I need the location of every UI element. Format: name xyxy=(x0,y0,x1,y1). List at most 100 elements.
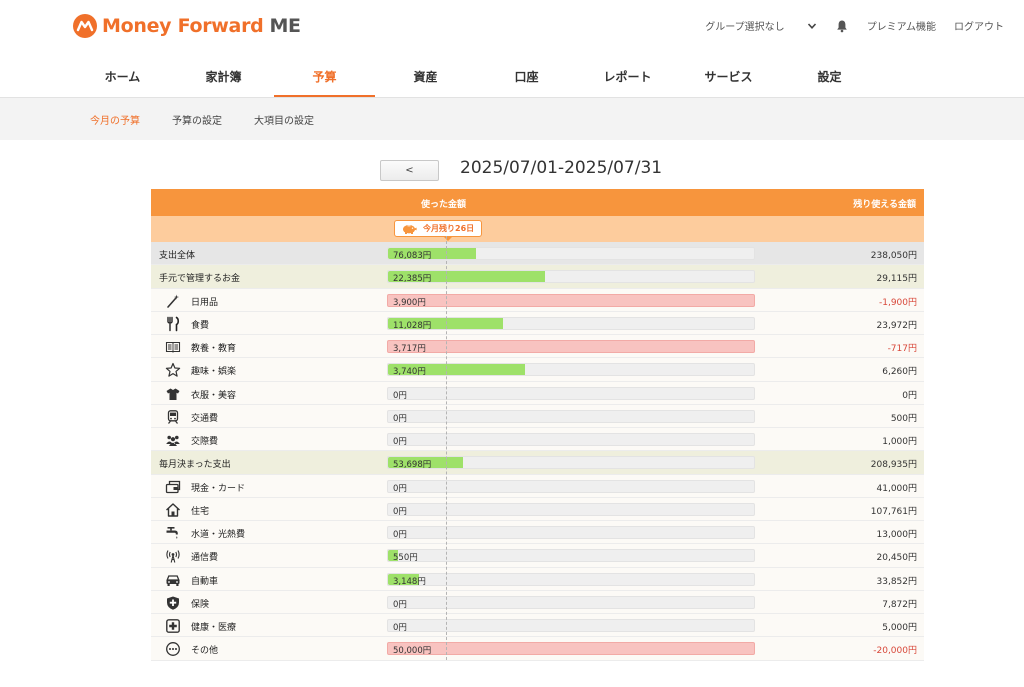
budget-category-row: 通信費 550円 20,450円 xyxy=(151,544,924,568)
today-marker-row: 今月残り26日 xyxy=(151,216,924,242)
budget-category-row: その他 50,000円 -20,000円 xyxy=(151,637,924,661)
remaining-amount: 41,000円 xyxy=(876,483,918,494)
remaining-amount: -717円 xyxy=(887,344,917,354)
group-select[interactable]: グループ選択なし xyxy=(705,18,784,33)
row-label: その他 xyxy=(191,646,219,657)
nav-settings[interactable]: 設定 xyxy=(779,58,880,98)
budget-bar: 0円 xyxy=(387,479,755,494)
remaining-amount: 13,000円 xyxy=(876,530,918,540)
budget-bar: 0円 xyxy=(387,526,755,540)
subnav-category-settings[interactable]: 大項目の設定 xyxy=(254,112,314,127)
medical-cross-icon xyxy=(166,619,180,633)
budget-category-row: 趣味・娯楽 3,740円 6,260円 xyxy=(151,358,924,382)
budget-category-row: 食費 11,028円 23,972円 xyxy=(151,311,924,335)
budget-group-row: 手元で管理するお金 22,385円 29,115円 xyxy=(151,265,924,289)
subnav-this-month-budget[interactable]: 今月の予算 xyxy=(90,112,140,127)
budget-bar: 22,385円 xyxy=(387,270,755,284)
nav-services[interactable]: サービス xyxy=(678,58,779,98)
remaining-amount: 23,972円 xyxy=(876,320,918,331)
used-amount: 50,000円 xyxy=(393,646,432,657)
period-range: 2025/07/01-2025/07/31 xyxy=(460,158,663,178)
budget-bar: 11,028円 xyxy=(387,316,755,331)
used-amount: 3,717円 xyxy=(393,344,426,354)
nav-household-book[interactable]: 家計簿 xyxy=(173,58,274,98)
budget-group-row: 毎月決まった支出 53,698円 208,935円 xyxy=(151,451,924,475)
row-label: 交際費 xyxy=(191,437,219,447)
people-icon xyxy=(166,435,180,446)
budget-table: 使った金額 残り使える金額 今月残り26日 支出全体 76,083円 238,050… xyxy=(151,189,924,661)
remaining-amount: 5,000円 xyxy=(882,623,917,633)
previous-period-button[interactable]: < xyxy=(380,160,439,181)
today-dashed-line xyxy=(446,236,447,660)
used-amount: 0円 xyxy=(393,413,407,424)
budget-bar: 0円 xyxy=(387,409,755,424)
logo[interactable]: Money Forward ME xyxy=(72,13,301,39)
used-amount: 0円 xyxy=(393,437,407,447)
card-icon xyxy=(165,480,181,493)
remaining-amount: 107,761円 xyxy=(870,506,917,517)
row-label: 現金・カード xyxy=(191,483,246,494)
budget-bar: 3,148円 xyxy=(387,572,755,587)
budget-bar: 0円 xyxy=(387,433,755,447)
row-label: 保険 xyxy=(191,599,210,610)
budget-bar: 0円 xyxy=(387,619,755,633)
logout-link[interactable]: ログアウト xyxy=(954,18,1004,33)
train-icon xyxy=(167,409,179,424)
used-amount: 11,028円 xyxy=(393,320,432,331)
budget-bar-over: 3,717円 xyxy=(387,340,755,354)
used-amount: 0円 xyxy=(393,599,407,610)
remaining-amount: 0円 xyxy=(902,390,917,401)
used-amount: 0円 xyxy=(393,506,407,517)
budget-category-row: 住宅 0円 107,761円 xyxy=(151,497,924,521)
chevron-down-icon[interactable] xyxy=(807,21,817,31)
used-amount: 0円 xyxy=(393,390,407,401)
subnav-budget-settings[interactable]: 予算の設定 xyxy=(172,112,222,127)
remaining-amount: 33,852円 xyxy=(876,576,918,587)
brand-suffix: ME xyxy=(269,15,301,37)
budget-category-row: 水道・光熱費 0円 13,000円 xyxy=(151,521,924,545)
shirt-icon xyxy=(166,388,180,400)
used-amount: 3,148円 xyxy=(393,576,426,587)
nav-budget[interactable]: 予算 xyxy=(274,58,375,98)
star-icon xyxy=(165,363,181,377)
row-label: 水道・光熱費 xyxy=(191,530,246,540)
remaining-amount: 500円 xyxy=(890,413,917,424)
budget-bar: 53,698円 xyxy=(387,456,755,471)
house-icon xyxy=(166,503,180,517)
row-label: 趣味・娯楽 xyxy=(191,367,237,378)
row-label: 交通費 xyxy=(191,413,219,424)
budget-bar: 0円 xyxy=(387,502,755,517)
brand-name: Money Forward xyxy=(102,15,264,37)
budget-bar-over: 50,000円 xyxy=(387,642,755,657)
budget-category-row: 健康・医療 0円 5,000円 xyxy=(151,614,924,638)
used-amount: 3,740円 xyxy=(393,367,426,378)
top-header: Money Forward ME グループ選択なし プレミアム機能 ログアウト xyxy=(0,0,1024,58)
budget-category-row: 自動車 3,148円 33,852円 xyxy=(151,567,924,591)
used-amount: 550円 xyxy=(393,553,418,564)
remaining-amount: -20,000円 xyxy=(873,646,917,657)
premium-link[interactable]: プレミアム機能 xyxy=(867,18,936,33)
budget-bar-over: 3,900円 xyxy=(387,293,755,308)
used-amount: 53,698円 xyxy=(393,460,432,471)
book-icon xyxy=(165,341,181,353)
used-amount: 3,900円 xyxy=(393,297,426,308)
row-label: 健康・医療 xyxy=(191,623,237,633)
budget-category-row: 交際費 0円 1,000円 xyxy=(151,428,924,452)
nav-assets[interactable]: 資産 xyxy=(375,58,476,98)
row-label: 支出全体 xyxy=(159,251,196,261)
nav-accounts[interactable]: 口座 xyxy=(476,58,577,98)
shield-icon xyxy=(167,596,179,610)
nav-home[interactable]: ホーム xyxy=(72,58,173,98)
remaining-amount: 29,115円 xyxy=(876,274,918,285)
remaining-amount: 1,000円 xyxy=(882,437,917,447)
logo-text: Money Forward ME xyxy=(102,15,301,37)
sub-nav: 今月の予算 予算の設定 大項目の設定 xyxy=(0,98,1024,140)
header-actions: グループ選択なし プレミアム機能 ログアウト xyxy=(705,18,1004,33)
bell-icon[interactable] xyxy=(835,19,849,33)
main-nav: ホーム 家計簿 予算 資産 口座 レポート サービス 設定 xyxy=(72,58,952,98)
budget-category-row: 保険 0円 7,872円 xyxy=(151,590,924,614)
remaining-amount: 208,935円 xyxy=(870,460,917,471)
remaining-amount: 20,450円 xyxy=(876,553,918,564)
nav-report[interactable]: レポート xyxy=(577,58,678,98)
budget-bar: 3,740円 xyxy=(387,363,755,378)
